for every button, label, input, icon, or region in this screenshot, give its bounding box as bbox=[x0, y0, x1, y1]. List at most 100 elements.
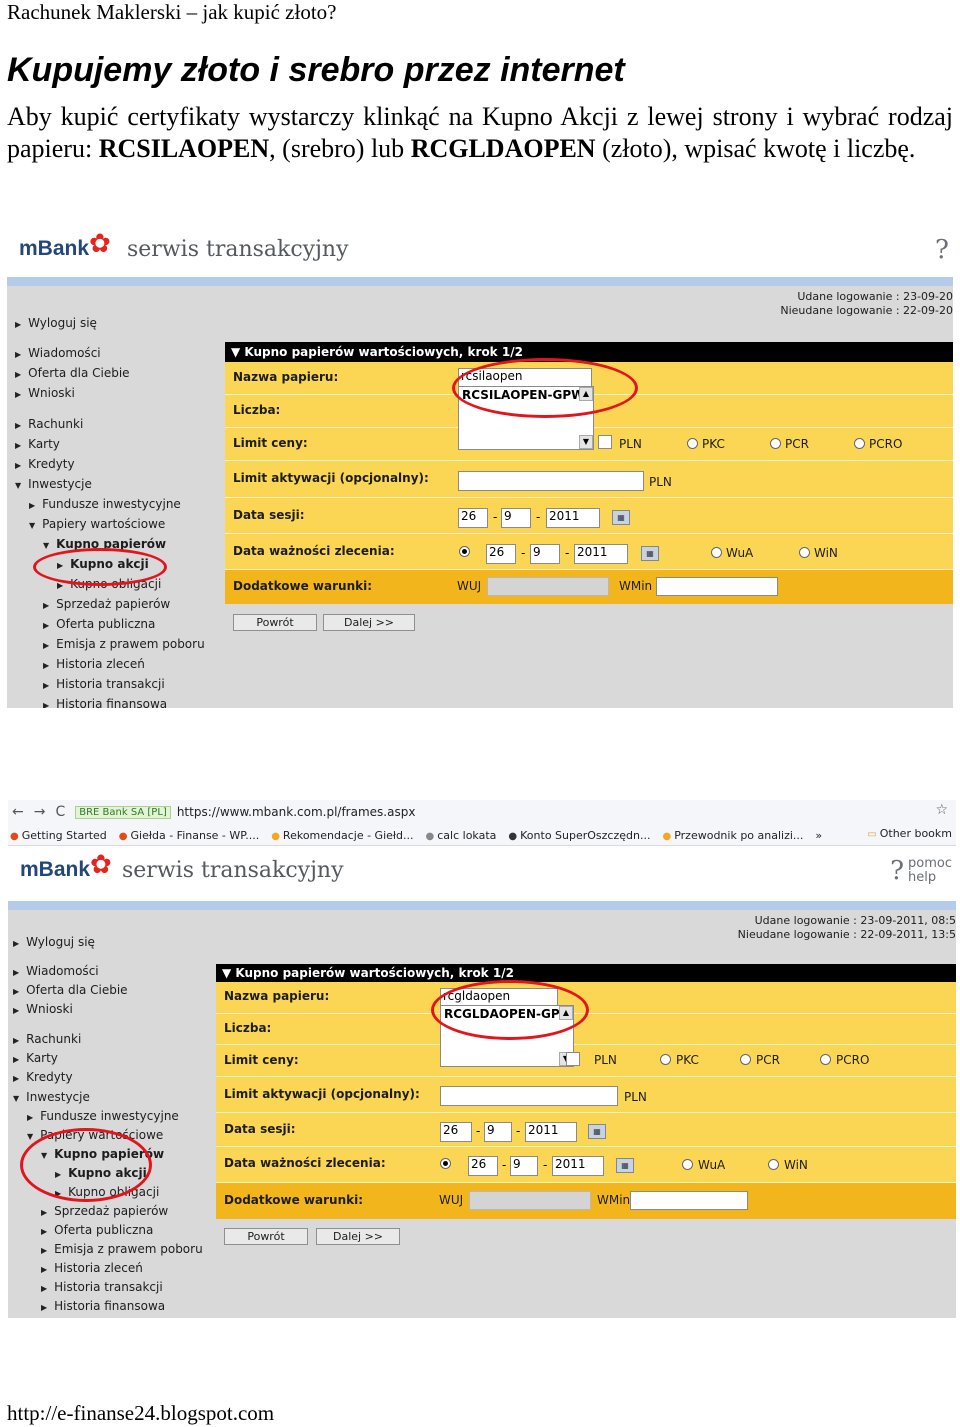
bookmark-item[interactable]: ● Giełda - Finanse - WP.... bbox=[119, 829, 259, 842]
sidebar-item-public-offer[interactable]: ▶ Oferta publiczna bbox=[41, 1223, 153, 1237]
limit-checkbox[interactable] bbox=[566, 1052, 580, 1066]
bookmark-item[interactable]: ● Getting Started bbox=[10, 829, 107, 842]
radio-win[interactable] bbox=[768, 1159, 779, 1170]
activation-limit-input[interactable] bbox=[440, 1086, 618, 1106]
sidebar: ▶ Wyloguj się ▶ Wiadomości ▶ Oferta dla Cie… bbox=[7, 286, 225, 708]
calendar-icon[interactable]: ▦ bbox=[641, 546, 659, 561]
sidebar-item-rights-issue[interactable]: ▶ Emisja z prawem poboru bbox=[41, 1242, 203, 1256]
calendar-icon[interactable]: ▦ bbox=[612, 510, 630, 525]
ssl-badge[interactable]: BRE Bank SA [PL] bbox=[75, 805, 171, 819]
scroll-down-icon[interactable]: ▼ bbox=[579, 435, 593, 449]
triangle-right-icon: ▶ bbox=[15, 441, 22, 450]
sidebar-item-sell-securities[interactable]: ▶ Sprzedaż papierów bbox=[43, 597, 170, 611]
bank-logo[interactable]: mBank bbox=[20, 858, 90, 882]
limit-checkbox[interactable] bbox=[598, 435, 612, 449]
back-button[interactable]: Powrót bbox=[233, 614, 317, 631]
sidebar-item-applications[interactable]: ▶ Wnioski bbox=[13, 1002, 73, 1016]
browser-toolbar: ← → C BRE Bank SA [PL] https://www.mbank… bbox=[8, 800, 956, 846]
sidebar-item-transaction-history[interactable]: ▶ Historia transakcji bbox=[41, 1280, 163, 1294]
radio-pkc[interactable] bbox=[660, 1054, 671, 1065]
radio-pkc[interactable] bbox=[687, 438, 698, 449]
sidebar-item-offer[interactable]: ▶ Oferta dla Ciebie bbox=[15, 366, 130, 380]
bookmark-star-icon[interactable]: ☆ bbox=[935, 802, 948, 818]
session-month-input[interactable]: 9 bbox=[501, 508, 531, 528]
sidebar-item-funds[interactable]: ▶ Fundusze inwestycyjne bbox=[27, 1109, 179, 1123]
session-day-input[interactable]: 26 bbox=[458, 508, 488, 528]
validity-year-input[interactable]: 2011 bbox=[552, 1156, 604, 1176]
radio-wua[interactable] bbox=[711, 547, 722, 558]
bank-header: mBank ✿ serwis transakcyjny ? bbox=[7, 225, 953, 277]
sidebar-item-accounts[interactable]: ▶ Rachunki bbox=[13, 1032, 81, 1046]
sidebar-item-financial-history[interactable]: ▶ Historia finansowa bbox=[43, 697, 167, 708]
help-icon[interactable]: ? bbox=[935, 235, 949, 265]
wmin-input[interactable] bbox=[630, 1191, 748, 1210]
radio-validity-date[interactable] bbox=[459, 546, 470, 557]
sidebar-item-messages[interactable]: ▶ Wiadomości bbox=[15, 346, 101, 360]
bookmarks-overflow[interactable]: » bbox=[815, 829, 822, 842]
sidebar-item-cards[interactable]: ▶ Karty bbox=[15, 437, 60, 451]
sidebar-item-investments[interactable]: ▼ Inwestycje bbox=[15, 477, 92, 491]
validity-day-input[interactable]: 26 bbox=[468, 1156, 498, 1176]
address-bar[interactable]: BRE Bank SA [PL] https://www.mbank.com.p… bbox=[75, 805, 415, 819]
help-icon[interactable]: ? bbox=[890, 856, 904, 886]
radio-pcr[interactable] bbox=[770, 438, 781, 449]
activation-limit-input[interactable] bbox=[458, 471, 644, 491]
sidebar-item-cards[interactable]: ▶ Karty bbox=[13, 1051, 58, 1065]
sidebar-item-order-history[interactable]: ▶ Historia zleceń bbox=[43, 657, 145, 671]
sidebar-item-logout[interactable]: ▶ Wyloguj się bbox=[15, 316, 97, 330]
calendar-icon[interactable]: ▦ bbox=[588, 1124, 606, 1139]
validity-year-input[interactable]: 2011 bbox=[574, 544, 628, 564]
sidebar-item-loans[interactable]: ▶ Kredyty bbox=[13, 1070, 73, 1084]
calendar-icon[interactable]: ▦ bbox=[616, 1158, 634, 1173]
sidebar-item-accounts[interactable]: ▶ Rachunki bbox=[15, 417, 83, 431]
bookmark-item[interactable]: ● Rekomendacje - Giełd... bbox=[271, 829, 413, 842]
wmin-input[interactable] bbox=[656, 577, 778, 596]
sidebar-item-public-offer[interactable]: ▶ Oferta publiczna bbox=[43, 617, 155, 631]
other-bookmarks[interactable]: ▭ Other bookm bbox=[867, 827, 952, 840]
bookmark-icon: ● bbox=[508, 830, 518, 842]
sidebar-item-messages[interactable]: ▶ Wiadomości bbox=[13, 964, 99, 978]
radio-pcr[interactable] bbox=[740, 1054, 751, 1065]
wuj-input[interactable] bbox=[469, 1191, 591, 1210]
help-area[interactable]: ? bbox=[935, 235, 949, 265]
bookmark-item[interactable]: ● Konto SuperOszczędn... bbox=[508, 829, 650, 842]
sidebar-item-offer[interactable]: ▶ Oferta dla Ciebie bbox=[13, 983, 128, 997]
session-day-input[interactable]: 26 bbox=[440, 1122, 472, 1142]
sidebar-item-securities[interactable]: ▼ Papiery wartościowe bbox=[29, 517, 165, 531]
bank-logo[interactable]: mBank bbox=[19, 237, 89, 261]
sidebar-item-logout[interactable]: ▶ Wyloguj się bbox=[13, 935, 95, 949]
help-area[interactable]: ? pomoc help bbox=[890, 856, 952, 886]
radio-pcro[interactable] bbox=[854, 438, 865, 449]
bookmark-item[interactable]: ● Przewodnik po analizi... bbox=[662, 829, 803, 842]
validity-day-input[interactable]: 26 bbox=[486, 544, 516, 564]
triangle-right-icon: ▶ bbox=[43, 641, 50, 650]
sidebar-item-rights-issue[interactable]: ▶ Emisja z prawem poboru bbox=[43, 637, 205, 651]
sidebar-item-sell-securities[interactable]: ▶ Sprzedaż papierów bbox=[41, 1204, 168, 1218]
forward-arrow-icon[interactable]: → bbox=[34, 804, 46, 820]
next-button[interactable]: Dalej >> bbox=[323, 614, 415, 631]
radio-pcro[interactable] bbox=[820, 1054, 831, 1065]
session-year-input[interactable]: 2011 bbox=[546, 508, 600, 528]
wuj-input[interactable] bbox=[487, 577, 609, 596]
validity-month-input[interactable]: 9 bbox=[530, 544, 560, 564]
validity-month-input[interactable]: 9 bbox=[510, 1156, 538, 1176]
back-arrow-icon[interactable]: ← bbox=[12, 804, 24, 820]
sidebar-item-investments[interactable]: ▼ Inwestycje bbox=[13, 1090, 90, 1104]
url-text[interactable]: https://www.mbank.com.pl/frames.aspx bbox=[177, 805, 416, 819]
sidebar-item-financial-history[interactable]: ▶ Historia finansowa bbox=[41, 1299, 165, 1313]
next-button[interactable]: Dalej >> bbox=[316, 1228, 400, 1245]
reload-icon[interactable]: C bbox=[55, 804, 65, 820]
bookmark-item[interactable]: ● calc lokata bbox=[426, 829, 497, 842]
sidebar-item-applications[interactable]: ▶ Wnioski bbox=[15, 386, 75, 400]
radio-validity-date[interactable] bbox=[440, 1158, 451, 1169]
session-year-input[interactable]: 2011 bbox=[525, 1122, 577, 1142]
radio-win[interactable] bbox=[799, 547, 810, 558]
sidebar-item-transaction-history[interactable]: ▶ Historia transakcji bbox=[43, 677, 165, 691]
sidebar-item-loans[interactable]: ▶ Kredyty bbox=[15, 457, 75, 471]
back-button[interactable]: Powrót bbox=[224, 1228, 308, 1245]
session-month-input[interactable]: 9 bbox=[484, 1122, 512, 1142]
service-title: serwis transakcyjny bbox=[127, 237, 349, 262]
radio-wua[interactable] bbox=[682, 1159, 693, 1170]
sidebar-item-order-history[interactable]: ▶ Historia zleceń bbox=[41, 1261, 143, 1275]
sidebar-item-funds[interactable]: ▶ Fundusze inwestycyjne bbox=[29, 497, 181, 511]
